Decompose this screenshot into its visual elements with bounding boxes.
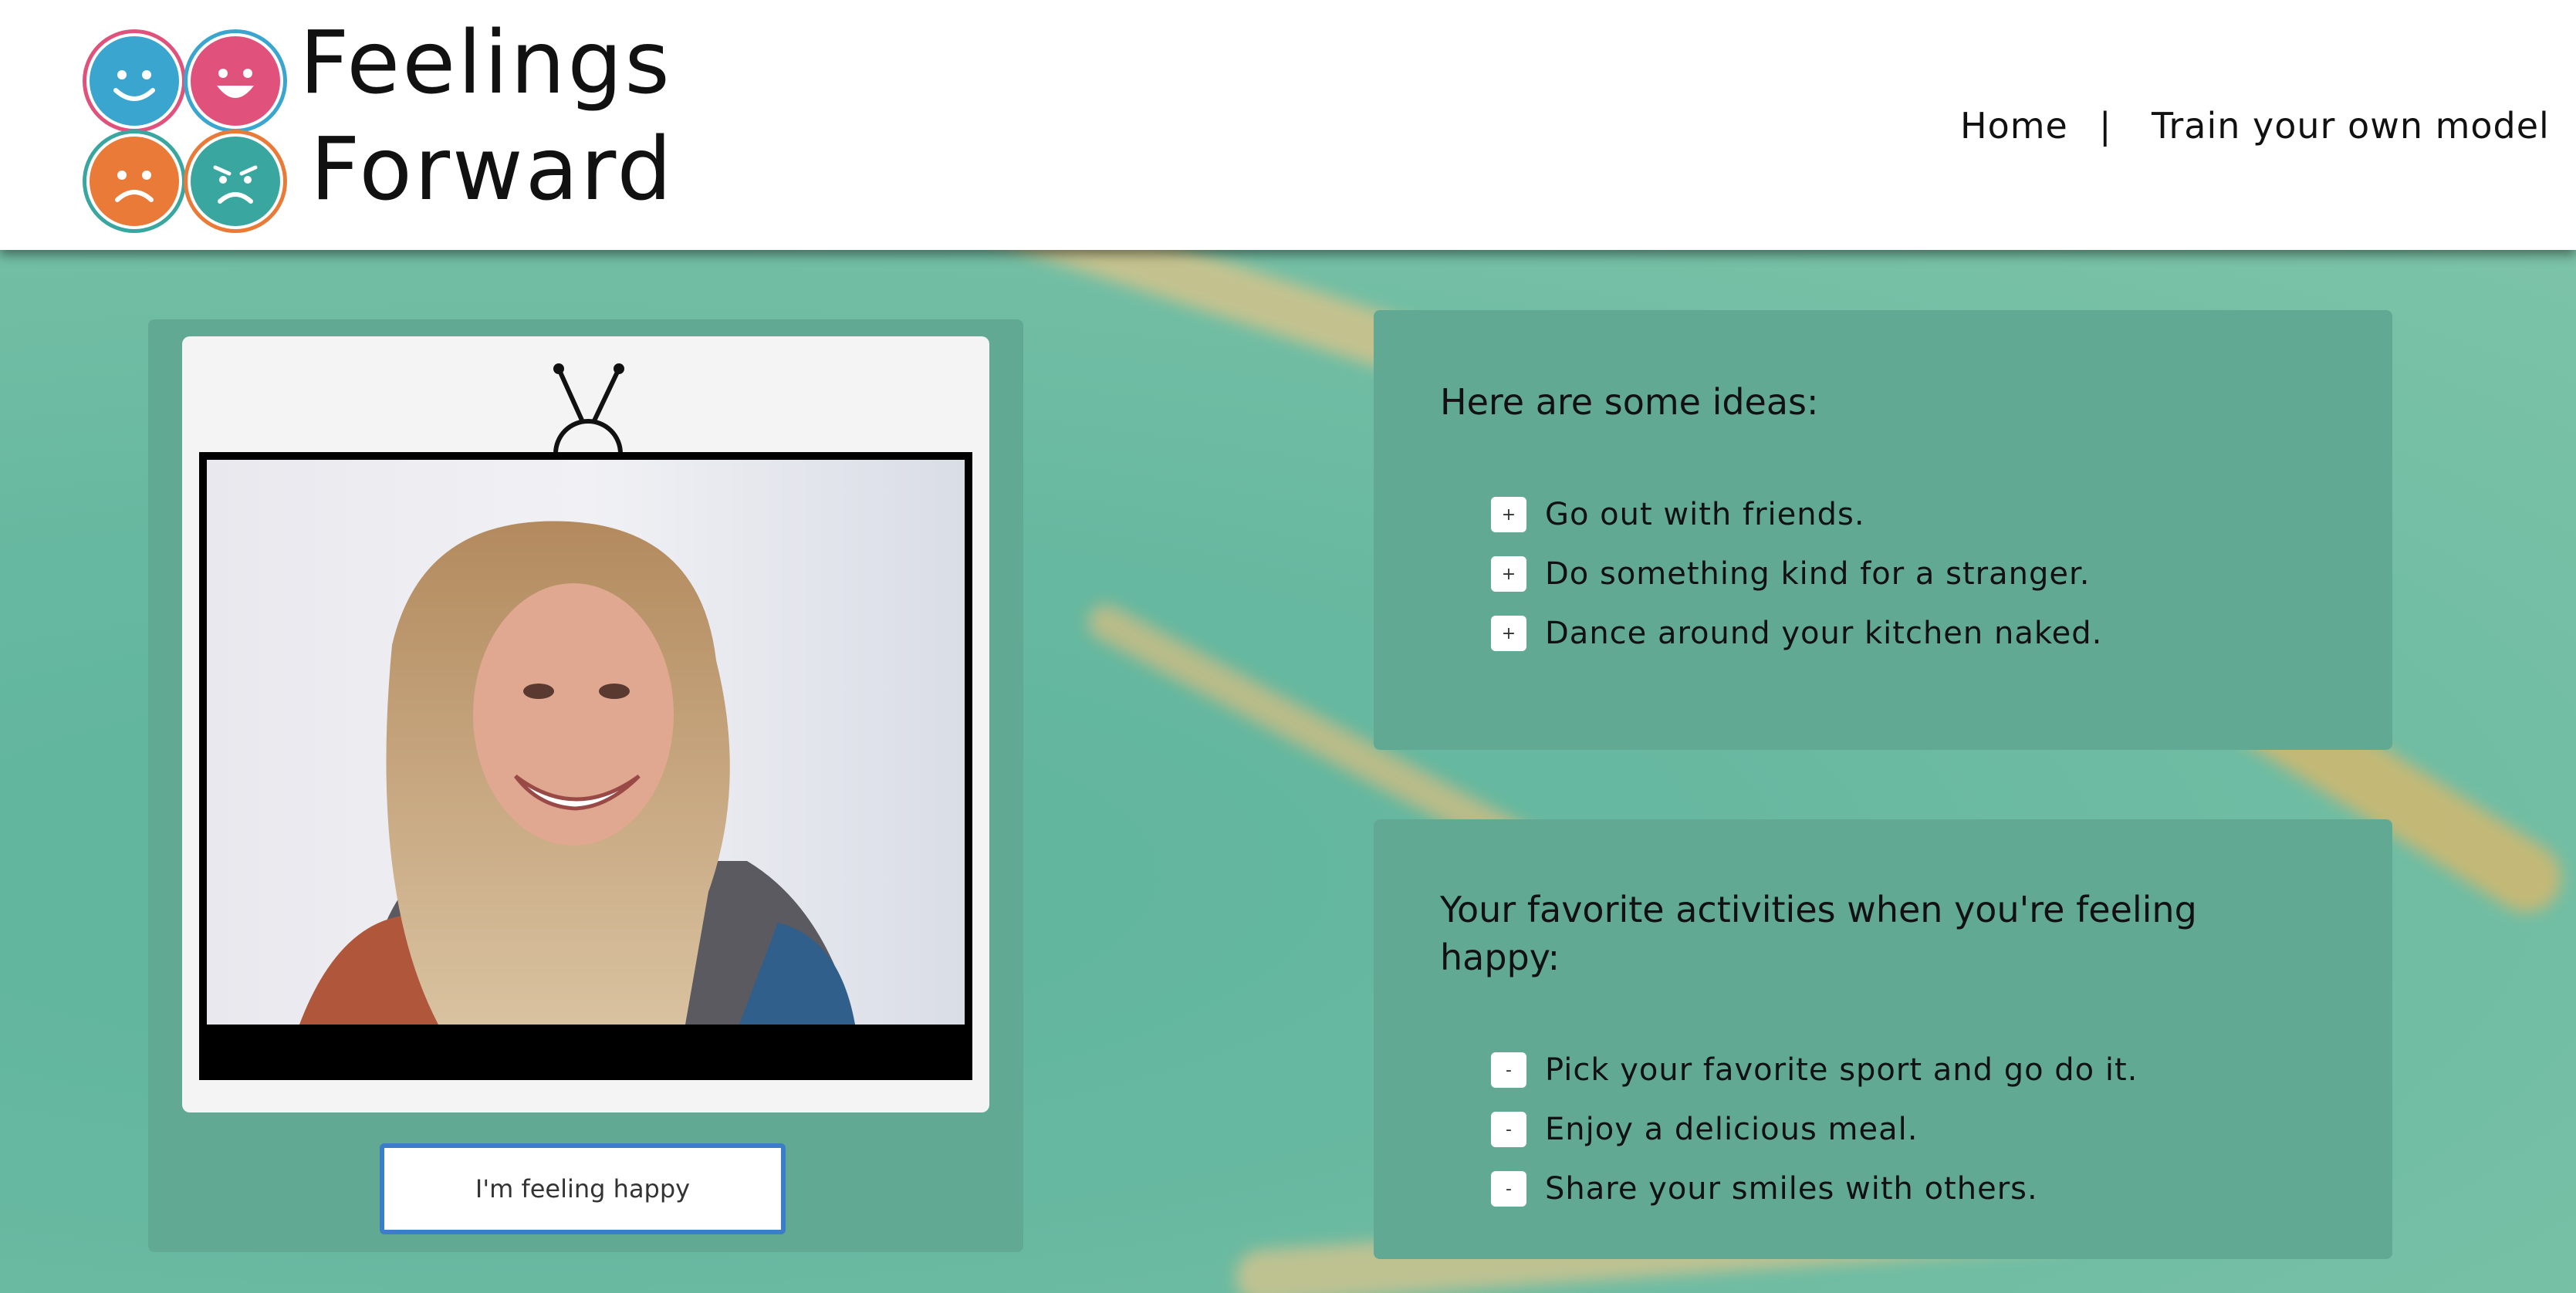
remove-activity-button[interactable]: -: [1491, 1171, 1526, 1207]
ideas-card: Here are some ideas: + Go out with frien…: [1374, 310, 2392, 750]
tv-antenna-icon: [553, 363, 624, 454]
list-item: - Pick your favorite sport and go do it.: [1491, 1051, 2138, 1089]
remove-activity-button[interactable]: -: [1491, 1112, 1526, 1147]
feeling-happy-button[interactable]: I'm feeling happy: [380, 1143, 786, 1234]
remove-activity-button[interactable]: -: [1491, 1052, 1526, 1088]
grin-face-icon: [188, 33, 283, 129]
activity-text: Enjoy a delicious meal.: [1545, 1112, 1918, 1147]
list-item: + Do something kind for a stranger.: [1491, 555, 2090, 593]
tv-frame: [182, 336, 989, 1112]
idea-text: Go out with friends.: [1545, 497, 1865, 532]
activity-text: Pick your favorite sport and go do it.: [1545, 1052, 2138, 1088]
list-item: + Go out with friends.: [1491, 495, 1865, 534]
nav-separator: |: [2099, 105, 2112, 147]
add-idea-button[interactable]: +: [1491, 497, 1526, 532]
webcam-video[interactable]: [207, 460, 965, 1025]
list-item: - Share your smiles with others.: [1491, 1170, 2038, 1208]
nav-train-model-link[interactable]: Train your own model: [2152, 105, 2550, 147]
site-header: Feelings Forward Home | Train your own m…: [0, 0, 2576, 250]
brand-title-line2: Forward: [310, 120, 674, 220]
list-item: - Enjoy a delicious meal.: [1491, 1110, 1918, 1149]
add-idea-button[interactable]: +: [1491, 556, 1526, 592]
sad-face-icon: [86, 133, 182, 229]
favorites-card: Your favorite activities when you're fee…: [1374, 819, 2392, 1259]
worried-face-icon: [188, 133, 283, 229]
activity-text: Share your smiles with others.: [1545, 1171, 2038, 1207]
idea-text: Dance around your kitchen naked.: [1545, 616, 2103, 651]
idea-text: Do something kind for a stranger.: [1545, 556, 2091, 592]
add-idea-button[interactable]: +: [1491, 616, 1526, 651]
happy-face-icon: [86, 33, 182, 129]
ideas-title: Here are some ideas:: [1440, 381, 1819, 423]
list-item: + Dance around your kitchen naked.: [1491, 614, 2102, 653]
tv-screen: [199, 452, 972, 1080]
webcam-card: I'm feeling happy: [148, 319, 1023, 1252]
brand-title-line1: Feelings: [299, 13, 672, 113]
nav-home-link[interactable]: Home: [1960, 105, 2068, 147]
favorites-title: Your favorite activities when you're fee…: [1440, 889, 2197, 978]
